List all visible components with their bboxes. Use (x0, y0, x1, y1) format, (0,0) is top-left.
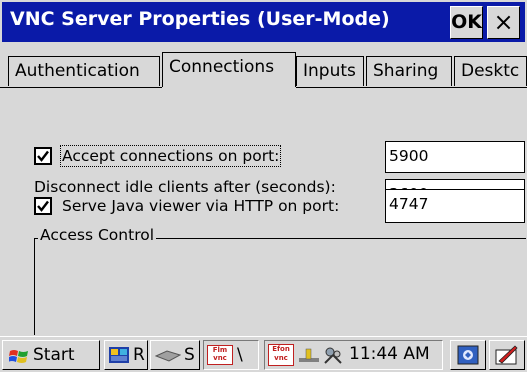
tab-sharing[interactable]: Sharing (366, 56, 452, 86)
vnc-properties-window: VNC Server Properties (User-Mode) OK × A… (0, 0, 527, 372)
accept-connections-label[interactable]: Accept connections on port: (59, 145, 282, 167)
taskbar-item-3[interactable]: Flm vnc \ (203, 340, 259, 370)
tab-connections[interactable]: Connections (162, 52, 296, 88)
power-plug-icon[interactable] (298, 346, 320, 366)
checkmark-icon (37, 200, 49, 212)
accept-port-input[interactable]: 5900 (385, 141, 525, 173)
tab-strip: Authentication Connections Inputs Sharin… (0, 52, 527, 88)
input-panel-button[interactable] (489, 340, 525, 370)
checkmark-icon (37, 150, 49, 162)
taskbar-item-1[interactable]: R (104, 340, 148, 370)
access-control-group (34, 238, 526, 335)
accept-connections-checkbox[interactable] (34, 147, 52, 165)
idle-timeout-label: Disconnect idle clients after (seconds): (34, 178, 336, 196)
taskbar-item-2-label: S (184, 345, 195, 365)
network-app-icon (109, 347, 129, 363)
taskbar-item-2[interactable]: S (150, 340, 200, 370)
tab-inputs[interactable]: Inputs (296, 56, 364, 86)
network-connection-icon[interactable] (322, 345, 344, 367)
windows-flag-icon (9, 350, 28, 363)
clock[interactable]: 11:44 AM (349, 344, 430, 364)
window-title: VNC Server Properties (User-Mode) (10, 8, 390, 30)
pen-input-icon (495, 345, 518, 365)
title-bar: VNC Server Properties (User-Mode) OK × (2, 2, 525, 42)
close-button[interactable]: × (487, 6, 520, 39)
system-tray: Efon vnc 11:44 AM (264, 340, 443, 370)
tab-desktop[interactable]: Desktc (454, 56, 527, 86)
desktop-icon (457, 345, 479, 365)
start-button[interactable]: Start (2, 340, 100, 370)
taskbar-item-3-label: \ (237, 345, 243, 365)
device-icon (155, 350, 181, 362)
taskbar-item-1-label: R (133, 345, 145, 365)
java-viewer-checkbox[interactable] (34, 197, 52, 215)
taskbar: Start R S Flm vnc \ Efon vnc 11:44 AM (0, 336, 527, 372)
tab-authentication[interactable]: Authentication (8, 56, 160, 86)
tab-active-gap (162, 87, 296, 88)
start-label: Start (33, 345, 75, 365)
desktop-button[interactable] (450, 340, 486, 370)
java-port-input[interactable]: 4747 (385, 189, 525, 223)
vnc-app-icon: Flm vnc (207, 345, 233, 365)
java-viewer-label: Serve Java viewer via HTTP on port: (62, 197, 340, 215)
vnc-tray-icon[interactable]: Efon vnc (268, 344, 294, 366)
ok-button[interactable]: OK (450, 6, 483, 39)
access-control-label: Access Control (38, 226, 157, 244)
